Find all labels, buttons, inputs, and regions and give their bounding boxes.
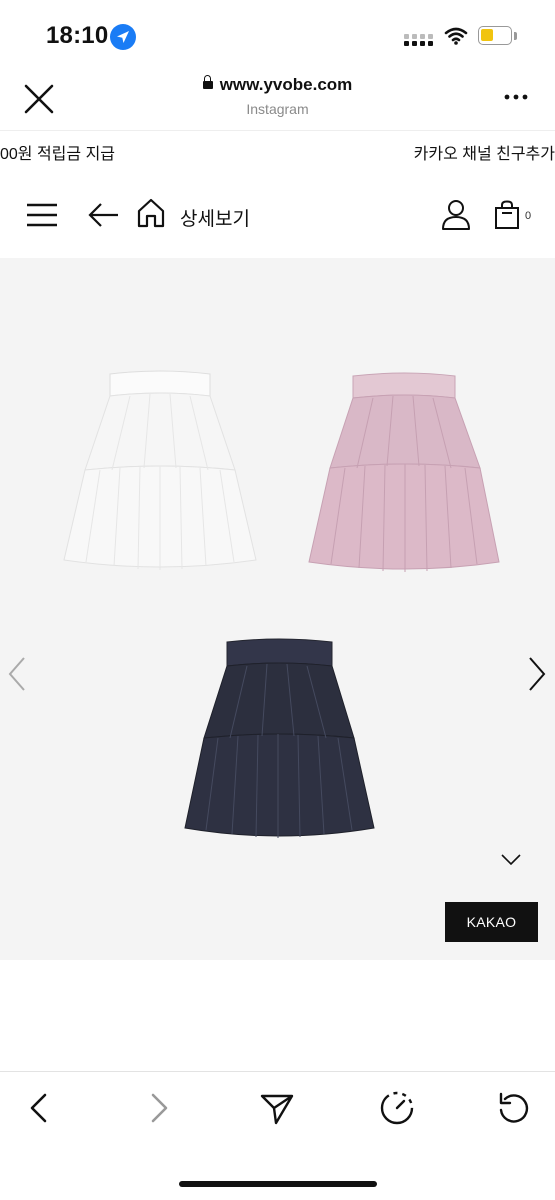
shopping-bag-icon xyxy=(495,200,519,229)
status-time: 18:10 xyxy=(46,22,109,49)
back-button[interactable] xyxy=(88,201,120,229)
toolbar-divider xyxy=(0,1071,555,1072)
chevron-right-icon xyxy=(529,657,546,691)
reload-button[interactable] xyxy=(496,1090,532,1126)
timer-button[interactable] xyxy=(379,1090,415,1126)
gallery-next-button[interactable] xyxy=(526,656,548,692)
share-icon xyxy=(260,1094,294,1125)
share-button[interactable] xyxy=(259,1090,295,1126)
more-options-button[interactable] xyxy=(502,90,530,104)
hamburger-menu-icon xyxy=(27,203,57,227)
url-bar[interactable]: www.yvobe.com xyxy=(0,75,555,95)
account-button[interactable] xyxy=(441,199,471,231)
expand-button[interactable] xyxy=(500,852,522,868)
forward-icon xyxy=(151,1093,168,1123)
cart-button[interactable] xyxy=(494,200,520,230)
timer-icon xyxy=(380,1091,414,1125)
product-image-pink-skirt[interactable] xyxy=(305,372,505,577)
product-image-gallery[interactable] xyxy=(0,258,555,960)
source-subtitle: Instagram xyxy=(246,101,309,117)
ticker-text-right[interactable]: 카카오 채널 친구추가 xyxy=(414,140,555,164)
product-image-white-skirt[interactable] xyxy=(60,370,260,575)
home-icon xyxy=(137,198,165,228)
battery-icon xyxy=(478,26,512,45)
kakao-button[interactable]: KAKAO xyxy=(445,902,538,942)
chevron-down-icon xyxy=(501,854,521,866)
home-indicator xyxy=(179,1181,377,1187)
location-arrow-icon xyxy=(110,24,136,50)
reload-icon xyxy=(499,1092,529,1123)
back-icon xyxy=(30,1093,47,1123)
browser-back-button[interactable] xyxy=(22,1090,58,1126)
page-title: 상세보기 xyxy=(180,209,250,230)
domain-text: www.yvobe.com xyxy=(219,75,353,94)
cellular-signal-icon xyxy=(404,33,434,47)
lock-icon xyxy=(202,75,213,89)
browser-forward-button[interactable] xyxy=(140,1090,176,1126)
chevron-left-icon xyxy=(8,657,25,691)
back-arrow-icon xyxy=(88,203,118,227)
gallery-prev-button[interactable] xyxy=(6,656,28,692)
more-dots-icon xyxy=(504,94,528,100)
menu-button[interactable] xyxy=(26,203,58,227)
home-button[interactable] xyxy=(136,198,166,228)
ticker-text-left[interactable]: 00원 적립금 지급 xyxy=(0,140,115,164)
wifi-icon xyxy=(444,27,468,50)
user-icon xyxy=(442,200,470,230)
header-divider xyxy=(0,130,555,131)
product-image-navy-skirt[interactable] xyxy=(182,638,377,846)
battery-cap xyxy=(514,32,517,40)
cart-count: 0 xyxy=(525,210,532,222)
